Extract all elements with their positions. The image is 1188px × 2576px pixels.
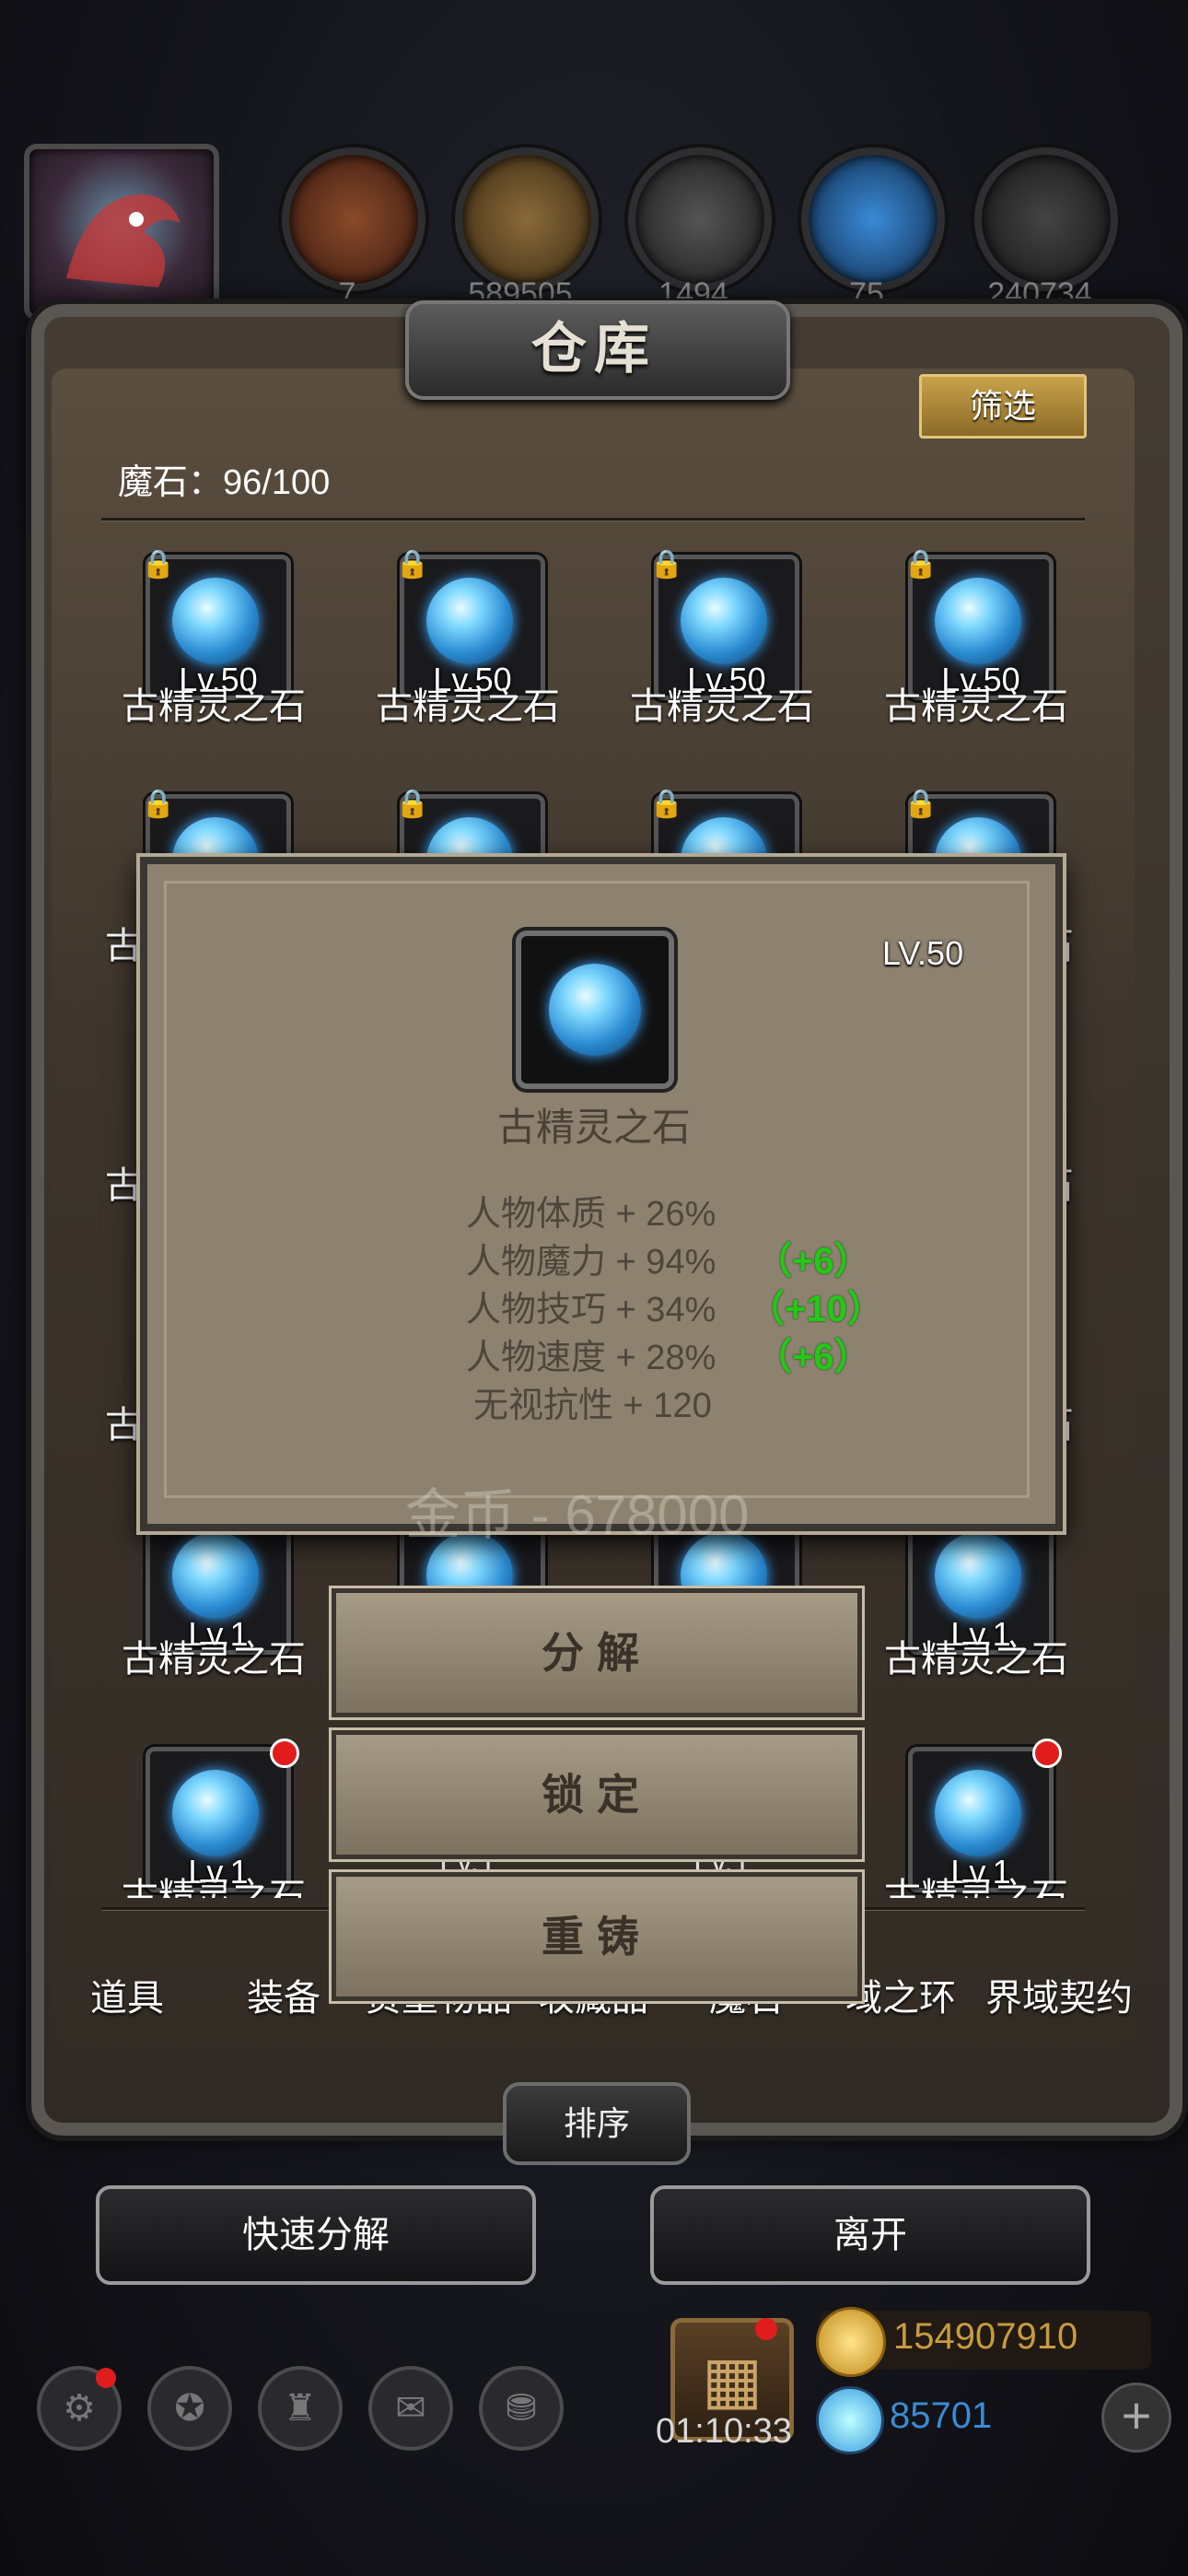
sort-button[interactable]: 排序 [503,2082,691,2165]
item-name: 古精灵之石 [630,686,814,727]
lock-icon: 🔒 [141,549,176,580]
notification-dot [96,2368,116,2388]
quick-decompose-button[interactable]: 快速分解 [96,2185,536,2285]
ore-resource-icon[interactable] [974,147,1118,291]
wood-resource-icon[interactable] [455,147,599,291]
tab-equipment[interactable]: 装备 [247,1968,320,2021]
player-avatar[interactable] [24,144,219,321]
stat-line: 人物魔力 + 94% [466,1243,716,1282]
tab-realm-contract[interactable]: 界域契约 [985,1968,1133,2021]
gem-icon [681,578,767,664]
lock-button[interactable]: 锁定 [332,1730,862,1859]
shop-icon[interactable]: ⛃ [479,2366,564,2451]
crystal-resource-icon[interactable] [801,147,945,291]
lock-icon: 🔒 [903,789,938,819]
inventory-count: 魔石：96/100 [118,463,331,502]
tab-props[interactable]: 道具 [90,1968,164,2021]
popup-item-name: 古精灵之石 [496,1106,691,1149]
gem-icon [172,1532,259,1619]
stat-line: 人物技巧 + 34% [466,1291,716,1329]
leather-resource-icon[interactable] [282,147,425,291]
item-name: 古精灵之石 [376,686,560,727]
tab-domain-ring[interactable]: 域之环 [845,1968,956,2021]
popup-item-slot [516,931,674,1089]
item-name: 古精灵之石 [122,686,306,727]
gold-amount: 154907910 [893,2316,1078,2357]
gem-icon [172,1770,259,1856]
stat-line: 人物体质 + 26% [466,1195,716,1234]
item-name: 古精灵之石 [122,1639,306,1680]
lock-icon: 🔒 [649,789,684,819]
window-title: 仓库 [531,318,657,380]
price-text: 金币 - 678000 [405,1484,750,1546]
gem-icon [935,1532,1021,1619]
star-icon[interactable]: ✪ [147,2366,232,2451]
lock-icon: 🔒 [141,789,176,819]
gem-icon [549,964,641,1056]
add-currency-button[interactable]: + [1101,2383,1171,2453]
gem-icon [935,1770,1021,1856]
lock-icon: 🔒 [395,549,430,580]
gift-notification-dot [755,2318,777,2340]
mail-icon[interactable]: ✉ [368,2366,453,2451]
stat-bonus: （+6） [755,1337,871,1377]
filter-button[interactable]: 筛选 [919,374,1087,439]
ranking-icon[interactable]: ♜ [258,2366,343,2451]
gift-timer: 01:10:33 [656,2412,792,2451]
stat-bonus: （+10） [748,1289,884,1329]
decompose-button[interactable]: 分解 [332,1588,862,1717]
lock-icon: 🔒 [395,789,430,819]
item-name: 古精灵之石 [122,1877,306,1898]
gem-icon [935,578,1021,664]
stat-bonus: （+6） [755,1241,871,1282]
diamond-amount: 85701 [890,2395,993,2436]
stat-line: 人物速度 + 28% [466,1339,716,1377]
gem-icon [172,578,259,664]
stat-line: 无视抗性 + 120 [473,1387,712,1425]
diamond-icon [816,2386,884,2454]
popup-item-level: LV.50 [882,934,964,972]
gold-coin-icon [816,2307,886,2377]
item-name: 古精灵之石 [884,1639,1068,1680]
reforge-button[interactable]: 重铸 [332,1872,862,2001]
lock-icon: 🔒 [903,549,938,580]
lock-icon: 🔒 [649,549,684,580]
item-name: 古精灵之石 [884,686,1068,727]
leave-button[interactable]: 离开 [650,2185,1090,2285]
item-name: 古精灵之石 [884,1877,1068,1898]
new-badge [270,1739,299,1768]
gem-icon [426,578,513,664]
iron-resource-icon[interactable] [628,147,772,291]
new-badge [1032,1739,1062,1768]
top-divider [101,518,1085,521]
